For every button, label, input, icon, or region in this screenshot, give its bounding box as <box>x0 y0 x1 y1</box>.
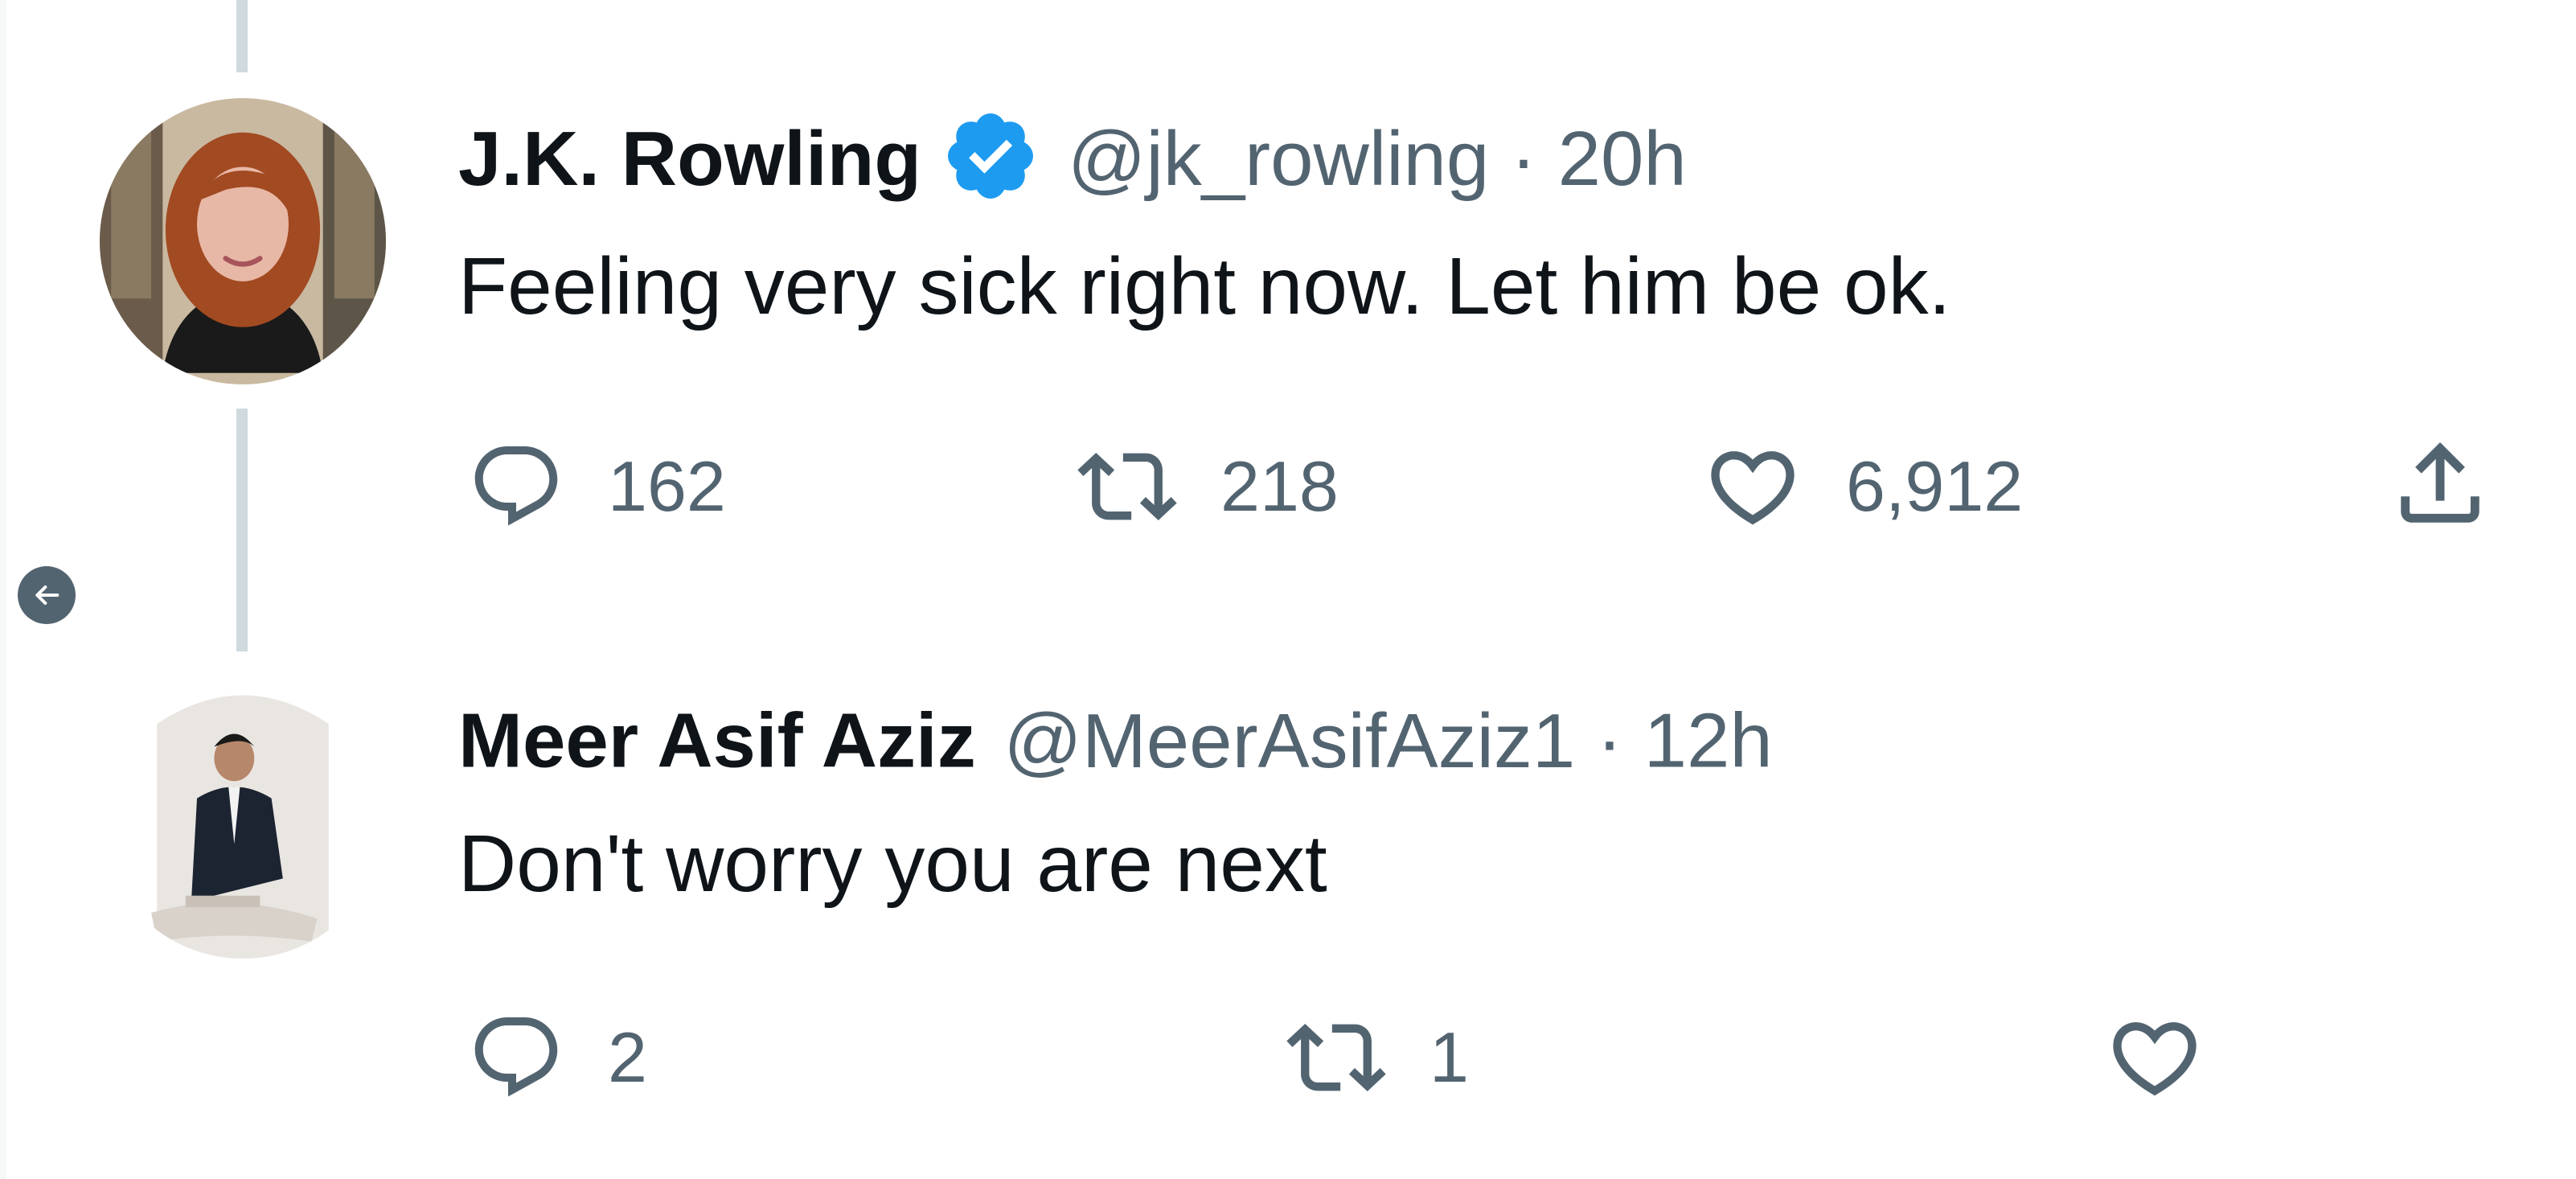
reply-icon <box>474 446 558 526</box>
like-count: 6,912 <box>1846 446 2024 526</box>
like-button[interactable] <box>2105 1005 2205 1110</box>
heart-icon <box>2113 1022 2197 1096</box>
left-edge <box>0 0 6 1179</box>
reply-button[interactable]: 2 <box>468 1005 647 1110</box>
retweet-icon <box>1077 453 1177 520</box>
thread-line-middle <box>236 409 248 651</box>
avatar-image <box>100 98 386 384</box>
reply-icon <box>474 1017 558 1097</box>
tweet-header: Meer Asif Aziz @MeerAsifAziz1 · 12h <box>458 692 1773 784</box>
retweet-count: 1 <box>1430 1017 1469 1097</box>
reply-button[interactable]: 162 <box>468 434 726 539</box>
avatar[interactable] <box>100 98 386 384</box>
like-button[interactable]: 6,912 <box>1703 434 2023 539</box>
verified-badge-icon <box>948 113 1033 199</box>
retweet-button[interactable]: 1 <box>1286 1005 1469 1110</box>
separator-dot: · <box>1510 116 1536 202</box>
avatar[interactable] <box>100 672 386 959</box>
reply-count: 2 <box>608 1017 647 1097</box>
share-button[interactable] <box>2388 431 2492 536</box>
retweet-icon <box>1286 1024 1386 1091</box>
avatar-image <box>100 672 386 959</box>
timestamp[interactable]: 20h <box>1558 116 1687 202</box>
arrow-left-icon <box>35 585 59 605</box>
retweet-count: 218 <box>1220 446 1339 526</box>
display-name[interactable]: J.K. Rowling <box>458 116 921 202</box>
thread-line-top <box>236 0 248 72</box>
tweet-header: J.K. Rowling @jk_rowling · 20h <box>458 109 1687 202</box>
retweet-button[interactable]: 218 <box>1077 434 1339 539</box>
user-handle[interactable]: @jk_rowling <box>1068 116 1489 202</box>
reply-count: 162 <box>608 446 726 526</box>
user-handle[interactable]: @MeerAsifAziz1 <box>1003 698 1575 784</box>
share-icon <box>2401 442 2480 523</box>
tweet-text: Don't worry you are next <box>458 819 1327 909</box>
separator-dot: · <box>1596 697 1622 784</box>
heart-icon <box>1711 451 1795 525</box>
timestamp[interactable]: 12h <box>1644 698 1773 784</box>
display-name[interactable]: Meer Asif Aziz <box>458 698 976 784</box>
back-button[interactable] <box>18 566 76 624</box>
tweet-text: Feeling very sick right now. Let him be … <box>458 241 1951 331</box>
